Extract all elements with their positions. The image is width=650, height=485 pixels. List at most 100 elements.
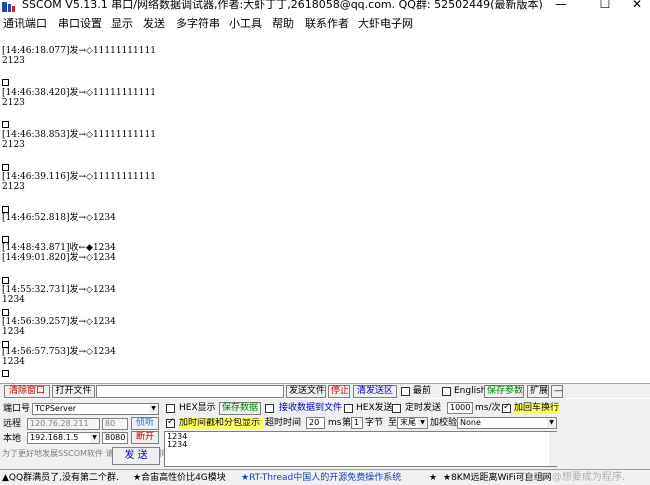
log-line: 1234: [2, 295, 25, 305]
end-byte-select[interactable]: 末尾 ▼: [397, 417, 428, 429]
log-line: [14:55:32.731]发→◇1234: [2, 285, 116, 295]
stop-button[interactable]: 停止: [328, 385, 350, 398]
local-label: 本地: [3, 434, 22, 444]
log-line: 1234: [2, 357, 25, 367]
recv-to-file-label[interactable]: 接收数据到文件: [279, 403, 342, 414]
log-line: [14:46:18.077]发→◇11111111111: [2, 46, 156, 56]
clear-send-button[interactable]: 清发送区: [353, 385, 397, 398]
save-params-button[interactable]: 保存参数: [484, 385, 524, 398]
menu-website[interactable]: 大虾电子网: [358, 17, 413, 31]
send-textarea[interactable]: 1234 1234: [164, 431, 557, 467]
timestamp-label: 加时间戳和分包显示: [179, 418, 263, 429]
log-line: [14:56:39.257]发→◇1234: [2, 317, 116, 327]
log-line: [2, 78, 9, 88]
chevron-down-icon: ▼: [418, 418, 427, 428]
log-line: [2, 120, 9, 130]
chevron-down-icon: ▼: [547, 418, 556, 428]
menu-display[interactable]: 显示: [111, 17, 133, 31]
remote-ip-input[interactable]: 120.76.28.211: [27, 418, 100, 430]
chevron-down-icon: ▼: [149, 404, 158, 414]
local-ip-value: 192.168.1.5: [30, 433, 79, 442]
title-bar: SSCOM V5.13.1 串口/网络数据调试器,作者:大虾丁丁,2618058…: [0, 0, 650, 13]
null-char-box: [2, 309, 9, 316]
timestamp-checkbox[interactable]: [166, 417, 175, 428]
interval-input[interactable]: 1000: [447, 402, 473, 414]
always-on-top-label: 最前: [413, 386, 432, 396]
hex-send-checkbox[interactable]: [344, 404, 353, 413]
log-line: [14:46:52.818]发→◇1234: [2, 213, 116, 223]
checksum-select[interactable]: None ▼: [457, 417, 557, 429]
clear-window-button[interactable]: 清除窗口: [4, 385, 50, 398]
hex-send-label: HEX发送: [356, 403, 393, 413]
log-line: [14:48:43.871]收←◆1234: [2, 243, 116, 253]
remote-port-input[interactable]: 80: [102, 418, 128, 430]
hex-display-checkbox[interactable]: [166, 404, 175, 413]
timeout-input[interactable]: 20: [306, 417, 325, 429]
receive-area[interactable]: [14:46:18.077]发→◇11111111111 2123 [14:46…: [0, 35, 650, 382]
save-data-button[interactable]: 保存数据: [219, 402, 261, 415]
checksum-value: None: [460, 418, 481, 427]
add-newline-label: 加回车换行: [514, 403, 560, 414]
log-line: 2123: [2, 98, 25, 108]
log-line: [14:46:38.420]发→◇11111111111: [2, 88, 156, 98]
always-on-top-checkbox[interactable]: [401, 387, 410, 396]
listen-button[interactable]: 侦听: [131, 417, 159, 430]
to-label: 至: [388, 418, 398, 428]
open-file-button[interactable]: 打开文件: [52, 385, 95, 398]
menu-multi-string[interactable]: 多字符串: [176, 17, 220, 31]
null-char-box: [2, 206, 9, 213]
null-char-box: [2, 164, 9, 171]
menu-bar: 通讯端口 串口设置 显示 发送 多字符串 小工具 帮助 联系作者 大虾电子网: [0, 13, 650, 34]
maximize-icon[interactable]: ☐: [590, 0, 620, 12]
null-char-box: [2, 121, 9, 128]
collapse-button[interactable]: —: [551, 385, 563, 398]
toolbar: 清除窗口 打开文件 发送文件 停止 清发送区 最前 English 保存参数 扩…: [0, 383, 650, 398]
local-ip-select[interactable]: 192.168.1.5 ▼: [27, 432, 100, 444]
ms-label: ms: [328, 418, 342, 428]
watermark: CSDN @想要成为程序.: [520, 472, 625, 483]
start-byte-input[interactable]: 1: [351, 417, 363, 429]
remote-label: 远程: [3, 419, 22, 429]
send-file-button[interactable]: 发送文件: [286, 385, 326, 398]
log-line: [14:46:39.116]发→◇11111111111: [2, 172, 156, 182]
close-icon[interactable]: ✕: [622, 0, 650, 12]
menu-contact[interactable]: 联系作者: [305, 17, 349, 31]
null-char-box: [2, 236, 9, 243]
interval-unit: ms/次: [475, 403, 501, 413]
timed-send-label: 定时发送: [405, 403, 442, 413]
menu-send[interactable]: 发送: [143, 17, 165, 31]
log-line: 1234: [2, 327, 25, 337]
status-star: ★: [429, 473, 438, 483]
english-checkbox[interactable]: [442, 387, 451, 396]
port-value: TCPServer: [35, 404, 77, 413]
add-newline-checkbox[interactable]: [502, 402, 511, 413]
null-char-box: [2, 277, 9, 284]
log-line: 2123: [2, 56, 25, 66]
timed-send-checkbox[interactable]: [392, 404, 401, 413]
menu-serial-settings[interactable]: 串口设置: [58, 17, 102, 31]
send-button[interactable]: 发 送: [112, 447, 160, 465]
port-label: 端口号: [3, 404, 31, 414]
send-scrollbar[interactable]: [549, 432, 557, 466]
menu-comm-port[interactable]: 通讯端口: [3, 17, 47, 31]
recv-to-file-checkbox[interactable]: [265, 404, 274, 413]
log-line: [14:49:01.820]发→◇1234: [2, 253, 116, 263]
timeout-label: 超时时间: [265, 418, 302, 428]
end-value: 末尾: [400, 418, 416, 427]
status-4g-module: ★合宙高性价比4G模块: [133, 473, 226, 483]
minimize-icon[interactable]: —: [546, 0, 576, 12]
log-line: [2, 369, 9, 379]
local-port-input[interactable]: 8080: [102, 432, 128, 444]
expand-button[interactable]: 扩展: [527, 385, 549, 398]
menu-tools[interactable]: 小工具: [229, 17, 262, 31]
window-title: SSCOM V5.13.1 串口/网络数据调试器,作者:大虾丁丁,2618058…: [22, 0, 543, 11]
log-line: 2123: [2, 182, 25, 192]
disconnect-button[interactable]: 断开: [131, 431, 159, 444]
port-select[interactable]: TCPServer ▼: [32, 403, 159, 415]
log-line: [14:46:38.853]发→◇11111111111: [2, 130, 156, 140]
menu-help[interactable]: 帮助: [272, 17, 294, 31]
hex-display-label: HEX显示: [179, 403, 216, 413]
status-rtthread[interactable]: ★RT-Thread中国人的开源免费操作系统: [241, 471, 401, 485]
log-line: 2123: [2, 140, 25, 150]
file-path-input[interactable]: [96, 385, 284, 398]
